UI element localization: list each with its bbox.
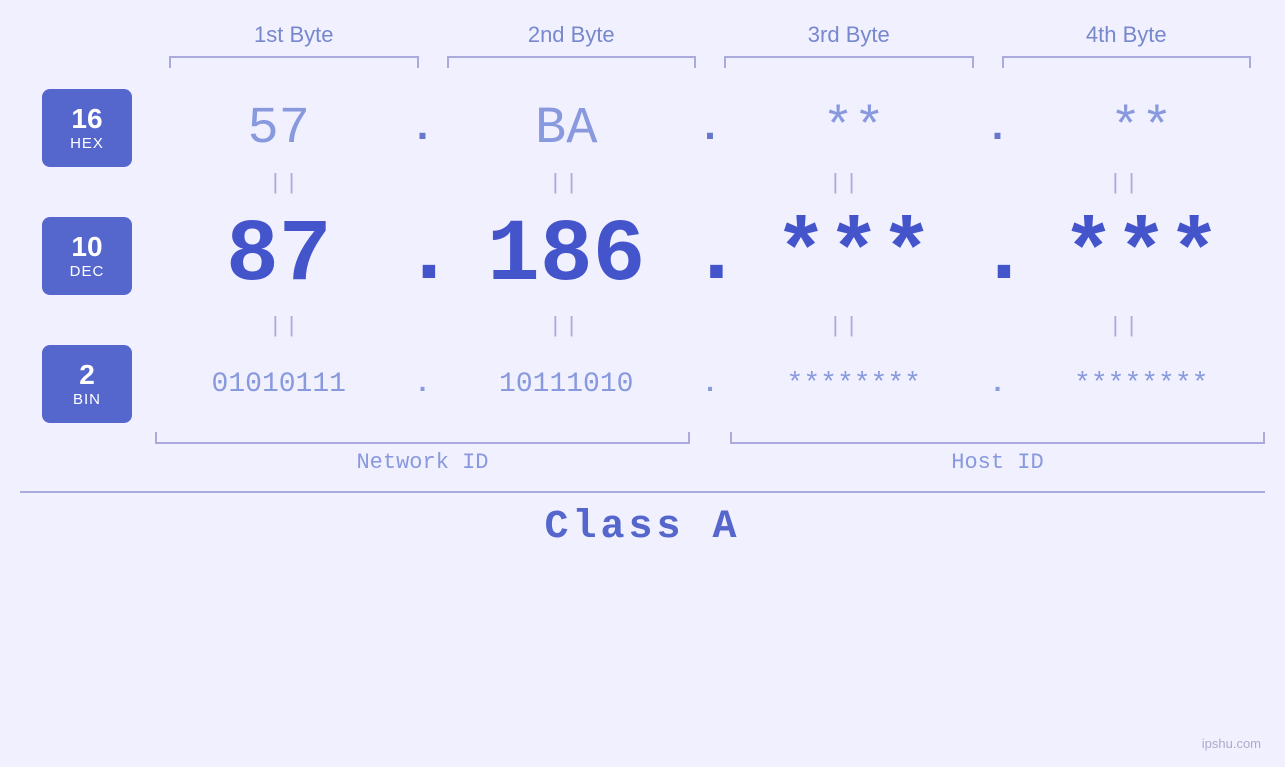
hex-byte4: ** — [1018, 99, 1266, 158]
eq2-b1: || — [145, 313, 425, 340]
host-bracket-line — [730, 432, 1265, 444]
host-bracket-container: Host ID — [730, 432, 1265, 475]
watermark: ipshu.com — [1202, 735, 1261, 753]
eq2-b3: || — [705, 313, 985, 340]
dec-badge: 10 DEC — [42, 217, 132, 295]
byte-headers-row: 1st Byte 2nd Byte 3rd Byte 4th Byte — [0, 0, 1285, 48]
bin-dot1: . — [403, 369, 443, 400]
hex-badge: 16 HEX — [42, 89, 132, 167]
hex-badge-label: HEX — [70, 135, 104, 152]
bin-byte4: ******** — [1018, 369, 1266, 400]
page-layout: 1st Byte 2nd Byte 3rd Byte 4th Byte 16 H… — [0, 0, 1285, 767]
eq1-b4: || — [985, 170, 1265, 197]
hex-dot1: . — [403, 104, 443, 152]
dec-byte1: 87 — [155, 207, 403, 306]
hex-dot2: . — [690, 104, 730, 152]
network-bracket-container: Network ID — [155, 432, 690, 475]
hex-values: 57 . BA . ** . ** — [155, 99, 1265, 158]
bin-badge-number: 2 — [79, 360, 95, 391]
hex-byte2: BA — [443, 99, 691, 158]
bottom-brackets-container: Network ID Host ID — [155, 432, 1265, 475]
bracket-byte4 — [988, 56, 1266, 68]
equals-row-1: || || || || — [0, 170, 1285, 197]
top-brackets-row — [0, 56, 1285, 68]
byte1-header: 1st Byte — [155, 22, 433, 48]
class-section: Class A — [0, 491, 1285, 550]
dec-row: 10 DEC 87 . 186 . *** . *** — [0, 201, 1285, 311]
bin-dot3: . — [978, 369, 1018, 400]
byte2-header: 2nd Byte — [433, 22, 711, 48]
bracket-byte2 — [433, 56, 711, 68]
dec-byte3: *** — [730, 207, 978, 306]
bracket-byte3 — [710, 56, 988, 68]
eq2-b4: || — [985, 313, 1265, 340]
dec-byte2: 186 — [443, 207, 691, 306]
bin-badge: 2 BIN — [42, 345, 132, 423]
class-label-container: Class A — [20, 505, 1265, 550]
dec-badge-number: 10 — [71, 232, 102, 263]
class-divider-line — [20, 491, 1265, 493]
dec-values: 87 . 186 . *** . *** — [155, 207, 1265, 306]
eq1-b3: || — [705, 170, 985, 197]
dec-dot2: . — [690, 212, 730, 300]
bottom-bracket-section: Network ID Host ID — [0, 432, 1285, 475]
eq1-b2: || — [425, 170, 705, 197]
bin-dot2: . — [690, 369, 730, 400]
bin-row: 2 BIN 01010111 . 10111010 . ******** . — [0, 344, 1285, 424]
bin-values: 01010111 . 10111010 . ******** . *******… — [155, 369, 1265, 400]
bin-badge-label: BIN — [73, 391, 101, 408]
network-bracket-line — [155, 432, 690, 444]
host-label: Host ID — [951, 450, 1043, 475]
bin-byte3: ******** — [730, 369, 978, 400]
hex-row: 16 HEX 57 . BA . ** . ** — [0, 88, 1285, 168]
class-label: Class A — [544, 505, 740, 550]
bracket-byte1 — [155, 56, 433, 68]
dec-dot1: . — [403, 212, 443, 300]
dec-dot3: . — [978, 212, 1018, 300]
hex-byte1: 57 — [155, 99, 403, 158]
hex-byte3: ** — [730, 99, 978, 158]
dec-badge-label: DEC — [70, 263, 105, 280]
network-label: Network ID — [356, 450, 488, 475]
eq2-b2: || — [425, 313, 705, 340]
byte3-header: 3rd Byte — [710, 22, 988, 48]
dec-byte4: *** — [1018, 207, 1266, 306]
byte4-header: 4th Byte — [988, 22, 1266, 48]
hex-badge-number: 16 — [71, 104, 102, 135]
bin-byte2: 10111010 — [443, 369, 691, 400]
eq1-b1: || — [145, 170, 425, 197]
hex-dot3: . — [978, 104, 1018, 152]
equals-row-2: || || || || — [0, 313, 1285, 340]
bin-byte1: 01010111 — [155, 369, 403, 400]
